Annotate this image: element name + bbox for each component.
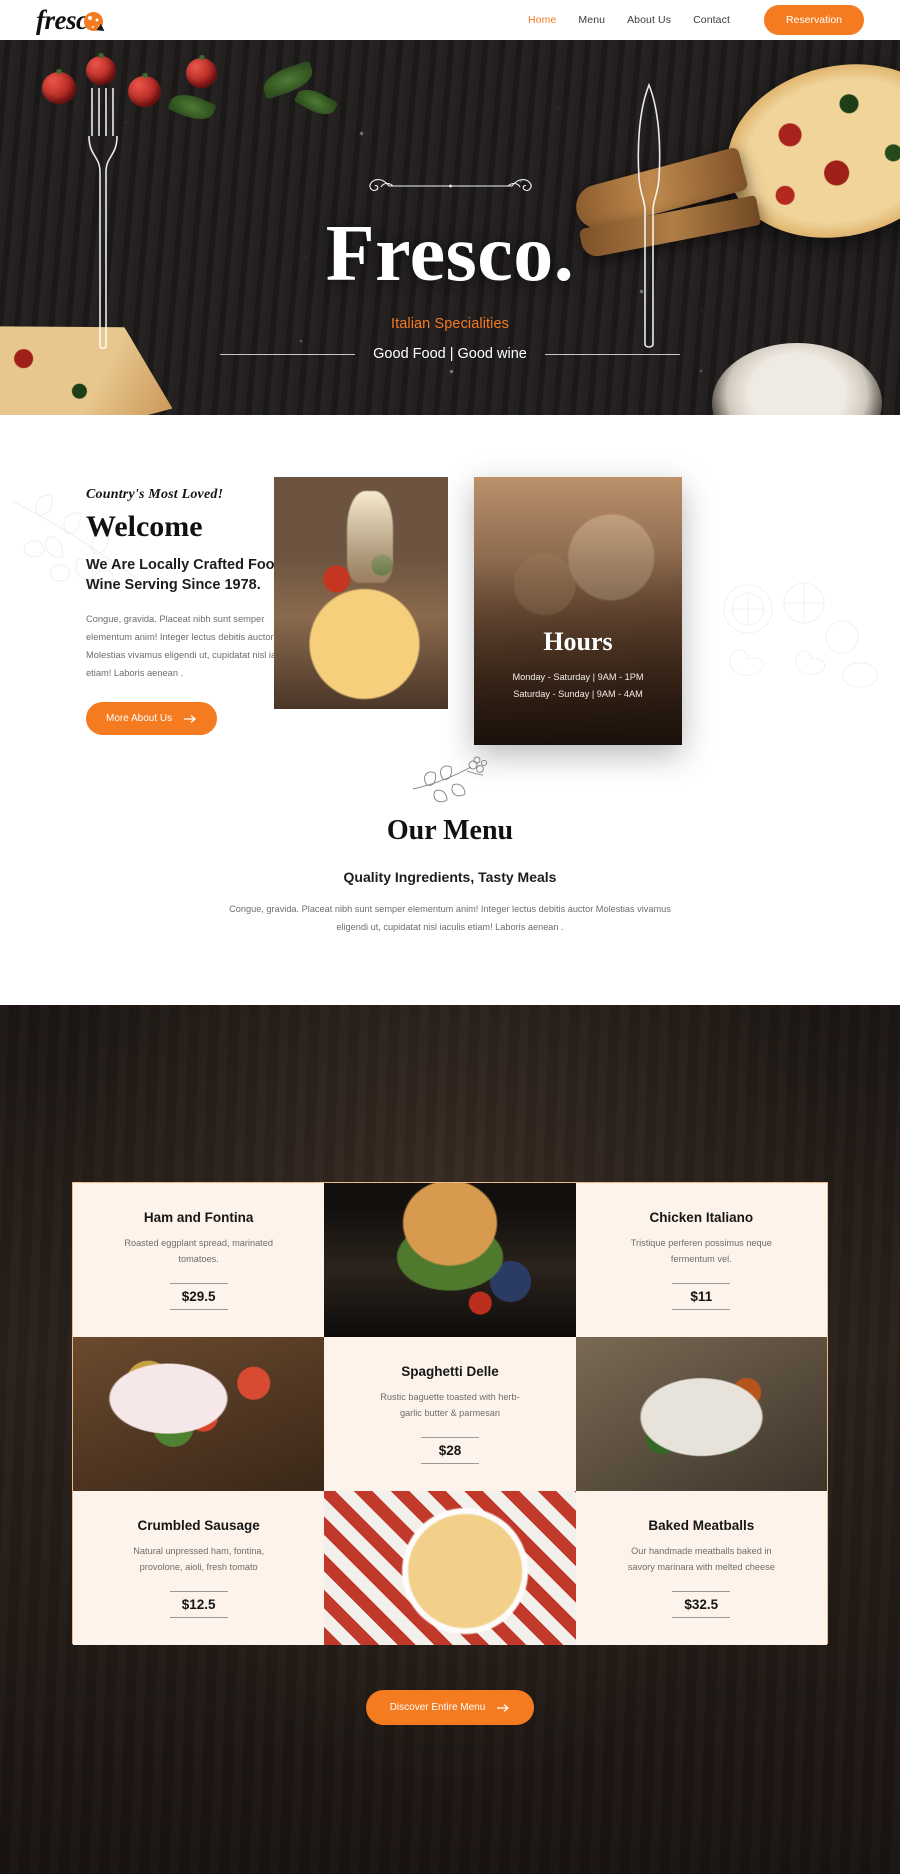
menu-photo-salad — [73, 1337, 325, 1491]
menu-card-ham-and-fontina[interactable]: Ham and Fontina Roasted eggplant spread,… — [73, 1183, 325, 1337]
more-about-us-button[interactable]: More About Us — [86, 702, 218, 736]
hero-tagline-row: Good Food | Good wine — [220, 346, 681, 362]
hours-title: Hours — [543, 626, 613, 656]
hours-line-weekday: Monday - Saturday | 9AM - 1PM — [512, 671, 644, 682]
more-about-us-label: More About Us — [106, 713, 173, 725]
menu-item-price: $28 — [438, 1442, 462, 1458]
menu-card-crumbled-sausage[interactable]: Crumbled Sausage Natural unpressed ham, … — [73, 1491, 325, 1645]
arrow-right-icon — [497, 1703, 510, 1712]
menu-item-price: $11 — [690, 1288, 713, 1304]
hero-rule-right — [544, 353, 681, 355]
welcome-text-column: Country's Most Loved! Welcome We Are Loc… — [86, 487, 301, 736]
discover-menu-wrap: Discover Entire Menu — [0, 1690, 900, 1725]
menu-item-description: Our handmade meatballs baked in savory m… — [627, 1546, 775, 1572]
menu-item-description: Rustic baguette toasted with herb-garlic… — [380, 1392, 520, 1418]
hero-title: Fresco. — [325, 210, 575, 298]
nav-item-contact[interactable]: Contact — [693, 14, 730, 26]
hero-tagline: Good Food | Good wine — [373, 346, 527, 362]
welcome-lead: We Are Locally Crafted Food & Wine Servi… — [86, 556, 298, 594]
hero-section: Fresco. Italian Specialities Good Food |… — [0, 40, 900, 415]
menu-item-title: Spaghetti Delle — [401, 1364, 499, 1380]
menu-card-chicken-italiano[interactable]: Chicken Italiano Tristique perferen poss… — [575, 1183, 827, 1337]
menu-item-price-box: $32.5 — [672, 1590, 731, 1618]
menu-item-price: $12.5 — [181, 1596, 216, 1612]
menu-item-title: Ham and Fontina — [143, 1210, 254, 1226]
menu-item-description: Tristique perferen possimus neque fermen… — [630, 1238, 772, 1264]
menu-item-price-box: $11 — [672, 1282, 731, 1310]
menu-item-description: Natural unpressed ham, fontina, provolon… — [133, 1546, 265, 1572]
menu-item-price-box: $29.5 — [169, 1282, 228, 1310]
hours-card: Hours Monday - Saturday | 9AM - 1PM Satu… — [474, 477, 682, 745]
welcome-body: Congue, gravida. Placeat nibh sunt sempe… — [86, 613, 295, 679]
menu-item-price: $32.5 — [684, 1596, 719, 1612]
menu-photo-pizza — [324, 1491, 576, 1645]
welcome-pizza-photo — [274, 477, 448, 709]
hours-line-weekend: Saturday - Sunday | 9AM - 4AM — [513, 688, 643, 699]
menu-item-description: Roasted eggplant spread, marinated tomat… — [124, 1238, 273, 1264]
menu-photo-chicken-veg — [575, 1337, 827, 1491]
site-logo[interactable]: fresc — [36, 4, 104, 35]
nav-item-about-us[interactable]: About Us — [627, 14, 671, 26]
hero-subtitle: Italian Specialities — [390, 316, 510, 332]
menu-grid: Ham and Fontina Roasted eggplant spread,… — [72, 1182, 828, 1645]
arrow-right-icon — [184, 714, 197, 723]
discover-entire-menu-button[interactable]: Discover Entire Menu — [365, 1690, 535, 1725]
menu-card-spaghetti-delle[interactable]: Spaghetti Delle Rustic baguette toasted … — [324, 1337, 576, 1491]
menu-photo-burger — [324, 1183, 576, 1337]
nav-item-menu[interactable]: Menu — [578, 14, 605, 26]
cheese-pull-decor — [347, 490, 394, 583]
nav-item-home[interactable]: Home — [528, 14, 556, 26]
reservation-button[interactable]: Reservation — [763, 5, 864, 35]
menu-item-title: Baked Meatballs — [648, 1518, 755, 1534]
discover-entire-menu-label: Discover Entire Menu — [389, 1702, 486, 1713]
menu-item-title: Chicken Italiano — [649, 1210, 754, 1226]
welcome-section: Country's Most Loved! Welcome We Are Loc… — [0, 415, 900, 755]
floral-ornament-icon — [412, 756, 488, 803]
site-header: fresc Home Menu About Us Contact Reserva… — [0, 0, 900, 40]
menu-item-price: $29.5 — [181, 1288, 216, 1304]
menu-subheading: Quality Ingredients, Tasty Meals — [343, 869, 557, 885]
logo-text: fresc — [36, 4, 88, 35]
menu-section: Our Menu Quality Ingredients, Tasty Meal… — [0, 755, 900, 937]
ornament-divider-icon — [368, 179, 532, 191]
hero-rule-left — [220, 353, 356, 355]
menu-item-title: Crumbled Sausage — [137, 1518, 260, 1534]
main-nav: Home Menu About Us Contact Reservation — [528, 5, 864, 35]
menu-item-price-box: $28 — [420, 1436, 479, 1464]
welcome-eyebrow: Country's Most Loved! — [86, 487, 224, 502]
menu-description: Congue, gravida. Placeat nibh sunt sempe… — [229, 904, 671, 932]
page-root: fresc Home Menu About Us Contact Reserva… — [0, 0, 900, 1874]
menu-card-baked-meatballs[interactable]: Baked Meatballs Our handmade meatballs b… — [575, 1491, 827, 1645]
menu-heading: Our Menu — [386, 815, 514, 846]
vegetable-watermark-icon — [723, 582, 879, 688]
welcome-heading: Welcome — [86, 510, 203, 543]
menu-item-price-box: $12.5 — [169, 1590, 228, 1618]
pizza-icon — [84, 12, 104, 31]
